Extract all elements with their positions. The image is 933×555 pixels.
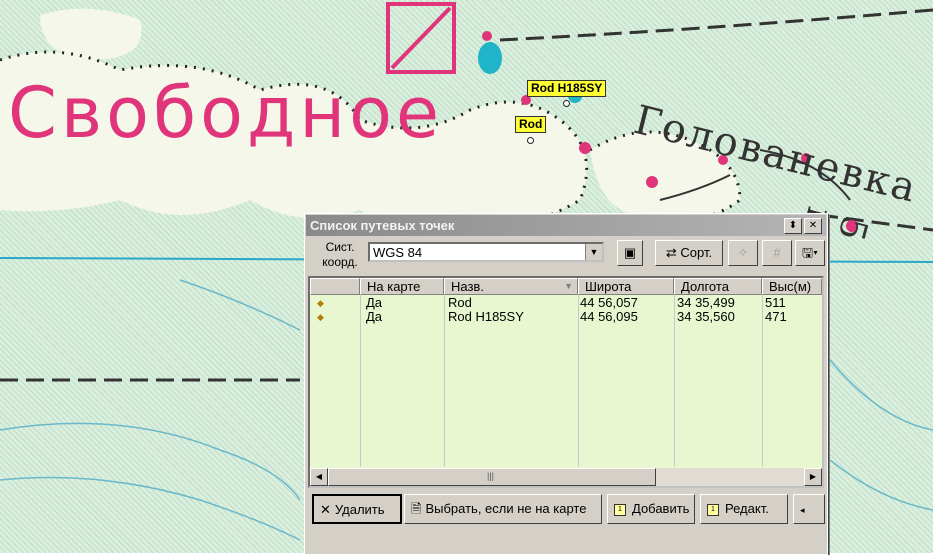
- waypoint-tag-rod-h185sy[interactable]: Rod H185SY: [527, 80, 607, 97]
- grip-icon: |||: [487, 471, 495, 481]
- cell-latitude: 44 56,095: [580, 309, 638, 324]
- cell-longitude: 34 35,499: [677, 295, 735, 310]
- select-not-on-map-label: Выбрать, если не на карте: [425, 501, 587, 516]
- delete-icon: ✕: [320, 502, 331, 517]
- cell-latitude: 44 56,057: [580, 295, 638, 310]
- column-header-longitude[interactable]: Долгота: [674, 278, 762, 295]
- sort-icon: ⇄: [665, 245, 677, 260]
- map-view-button[interactable]: ▣: [617, 240, 643, 266]
- waypoint-table[interactable]: На карте Назв. ▼ Широта Долгота Выс(м) ◆…: [308, 276, 824, 488]
- more-button[interactable]: ◂: [793, 494, 825, 524]
- dialog-titlebar[interactable]: Список путевых точек ⬍ ✕: [306, 215, 826, 236]
- save-menu-button[interactable]: 🖫▾: [795, 240, 825, 266]
- column-divider: [762, 295, 763, 467]
- column-divider: [360, 295, 361, 467]
- column-divider: [674, 295, 675, 467]
- cell-on-map: Да: [366, 309, 383, 324]
- crosshair-icon: ✧: [737, 245, 749, 260]
- column-header-latitude[interactable]: Широта: [578, 278, 674, 295]
- column-divider: [444, 295, 445, 467]
- cell-altitude: 471: [765, 309, 787, 324]
- add-label: Добавить: [632, 501, 690, 516]
- restore-button[interactable]: ⬍: [784, 218, 802, 234]
- waypoint-diamond-icon: ◆: [317, 298, 324, 308]
- edit-doc-icon: 🗎: [411, 501, 422, 516]
- cell-on-map: Да: [366, 295, 383, 310]
- column-header-on-map[interactable]: На карте: [360, 278, 444, 295]
- column-header-name[interactable]: Назв. ▼: [444, 278, 578, 295]
- waypoint-flag-icon: 1: [707, 503, 719, 516]
- cell-altitude: 511: [765, 295, 786, 310]
- select-not-on-map-button[interactable]: 🗎 Выбрать, если не на карте: [404, 494, 602, 524]
- column-header-icon[interactable]: [310, 278, 360, 295]
- waypoint-tag-rod[interactable]: Rod: [515, 116, 547, 133]
- sort-label: Сорт.: [680, 245, 713, 260]
- cell-name: Rod: [448, 295, 472, 310]
- waypoint-diamond-icon: ◆: [317, 312, 324, 322]
- restore-icon: ⬍: [788, 220, 798, 231]
- cell-name: Rod H185SY: [448, 309, 524, 324]
- waypoint-flag-icon: 1: [614, 503, 626, 516]
- center-button[interactable]: ✧: [728, 240, 758, 266]
- close-icon: ✕: [808, 220, 818, 231]
- waypoint-list-dialog: Список путевых точек ⬍ ✕ Сист. коорд. WG…: [304, 213, 828, 555]
- delete-label: Удалить: [334, 502, 385, 517]
- waypoint-marker[interactable]: [527, 137, 534, 144]
- sort-arrow-icon: ▼: [564, 281, 573, 291]
- picture-icon: ▣: [623, 245, 637, 260]
- horizontal-scrollbar[interactable]: ◀ ||| ▶: [310, 468, 822, 486]
- cell-longitude: 34 35,560: [677, 309, 735, 324]
- coord-system-label: Сист. коорд.: [322, 240, 358, 269]
- close-button[interactable]: ✕: [804, 218, 822, 234]
- waypoint-marker[interactable]: [563, 100, 570, 107]
- more-icon: ◂: [800, 505, 805, 515]
- column-header-altitude[interactable]: Выс(м): [762, 278, 822, 295]
- scroll-thumb[interactable]: |||: [328, 468, 656, 486]
- grid-button[interactable]: #: [762, 240, 792, 266]
- scroll-left-button[interactable]: ◀: [310, 468, 328, 486]
- column-header-name-label: Назв.: [451, 279, 484, 294]
- town-label: Свободное: [8, 72, 444, 154]
- sort-button[interactable]: ⇄ Сорт.: [655, 240, 723, 266]
- column-divider: [578, 295, 579, 467]
- coord-system-value: WGS 84: [373, 245, 423, 260]
- delete-button[interactable]: ✕ Удалить: [312, 494, 402, 524]
- grid-icon: #: [773, 245, 781, 260]
- dialog-title: Список путевых точек: [310, 218, 455, 233]
- edit-button[interactable]: 1 Редакт.: [700, 494, 788, 524]
- add-button[interactable]: 1 Добавить: [607, 494, 695, 524]
- chevron-down-icon[interactable]: ▼: [585, 244, 602, 260]
- edit-label: Редакт.: [725, 501, 769, 516]
- scroll-right-button[interactable]: ▶: [804, 468, 822, 486]
- coord-system-select[interactable]: WGS 84 ▼: [368, 242, 604, 262]
- save-icon: 🖫▾: [802, 245, 818, 260]
